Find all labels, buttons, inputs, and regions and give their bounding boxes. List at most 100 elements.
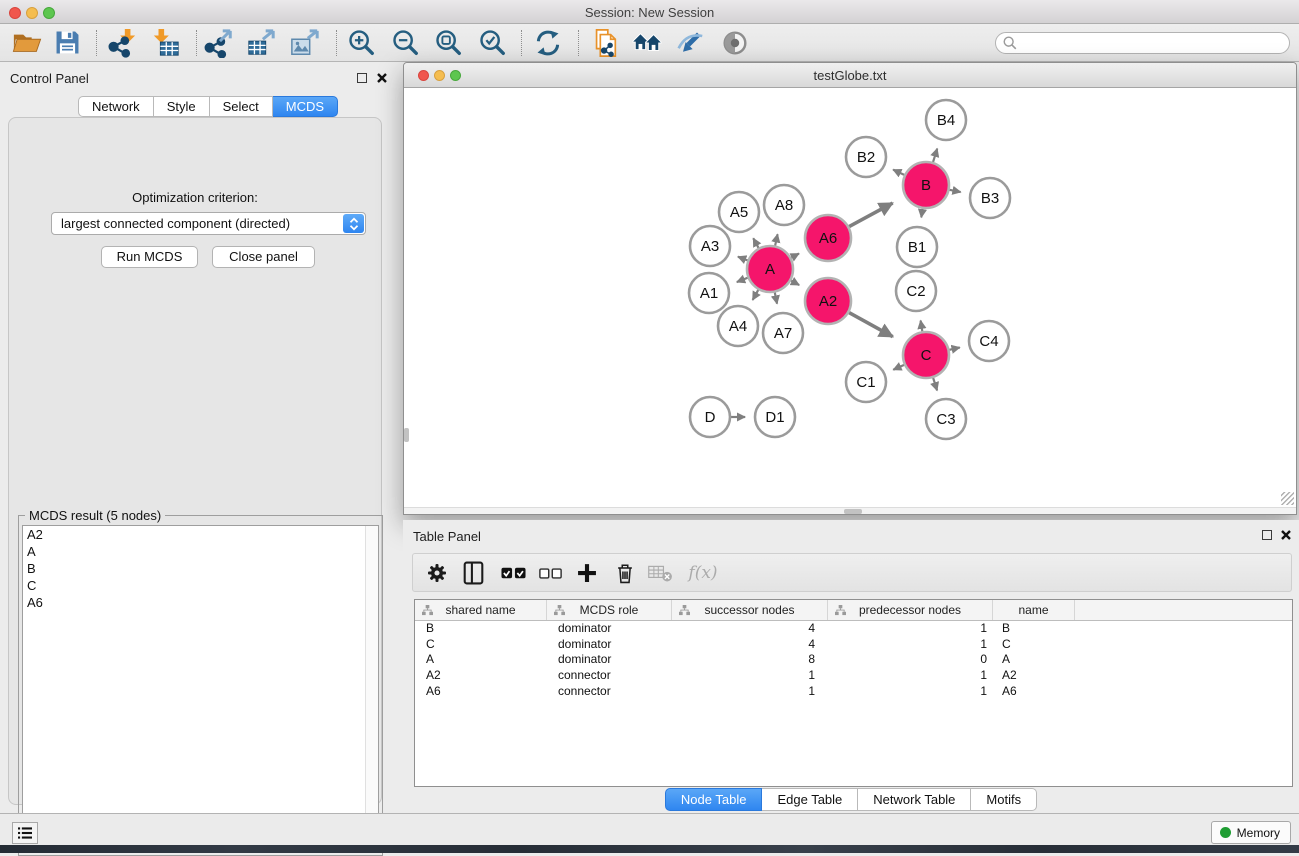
optimization-criterion-select[interactable]: largest connected component (directed) xyxy=(51,212,366,235)
table-cell: A2 xyxy=(415,668,547,684)
table-cell: 4 xyxy=(672,621,828,637)
result-item[interactable]: A6 xyxy=(23,594,378,611)
open-file-button[interactable] xyxy=(10,26,44,59)
close-panel-icon[interactable] xyxy=(376,71,388,89)
result-item[interactable]: B xyxy=(23,560,378,577)
graph-node-label: B xyxy=(921,177,931,194)
delete-table-button[interactable] xyxy=(644,558,676,588)
graph-edge-B-B2[interactable] xyxy=(893,170,904,175)
graph-edge-A-A1[interactable] xyxy=(737,278,748,282)
export-table-button[interactable] xyxy=(244,26,278,59)
table-cell: A xyxy=(993,652,1075,668)
table-cell: connector xyxy=(547,684,672,700)
network-vertical-scrollbar[interactable] xyxy=(404,428,409,442)
column-header-predecessor-nodes[interactable]: predecessor nodes xyxy=(828,600,993,620)
network-from-file-button[interactable] xyxy=(588,26,622,59)
show-graphics-details-button[interactable] xyxy=(718,26,752,59)
close-panel-button[interactable]: Close panel xyxy=(212,246,315,268)
delete-column-button[interactable] xyxy=(609,558,641,588)
graph-node-label: A5 xyxy=(730,204,748,221)
tab-motifs[interactable]: Motifs xyxy=(971,788,1037,811)
zoom-fit-button[interactable] xyxy=(431,26,465,59)
network-horizontal-scrollbar[interactable] xyxy=(404,507,1296,514)
tab-select[interactable]: Select xyxy=(210,96,273,117)
function-builder-button[interactable]: f(x) xyxy=(681,558,725,588)
tab-node-table[interactable]: Node Table xyxy=(665,788,763,811)
export-image-button[interactable] xyxy=(288,26,322,59)
search-field[interactable] xyxy=(995,32,1290,54)
resize-grip-icon[interactable] xyxy=(1281,492,1294,505)
graph-node-label: A6 xyxy=(819,230,837,247)
table-row[interactable]: Cdominator41C xyxy=(415,637,1292,653)
apply-layout-button[interactable] xyxy=(531,26,565,59)
graph-edge-A-A3[interactable] xyxy=(738,257,748,261)
table-row[interactable]: A6connector11A6 xyxy=(415,684,1292,700)
graph-node-label: B3 xyxy=(981,190,999,207)
float-panel-icon[interactable] xyxy=(357,73,367,83)
save-session-button[interactable] xyxy=(50,26,84,59)
network-graph-canvas[interactable]: B4B2BB3A5A8A6B1A3AC2A1A2A4A7C4CC1C3DD1 xyxy=(410,89,1294,507)
graph-edge-B-B3[interactable] xyxy=(950,190,961,192)
graph-edge-A-A6[interactable] xyxy=(791,254,799,258)
column-header-successor-nodes[interactable]: successor nodes xyxy=(672,600,828,620)
result-item[interactable]: A xyxy=(23,543,378,560)
graph-node-label: C3 xyxy=(936,411,955,428)
tab-network[interactable]: Network xyxy=(78,96,154,117)
graph-edge-C-C1[interactable] xyxy=(893,365,904,370)
memory-button[interactable]: Memory xyxy=(1211,821,1291,844)
task-history-button[interactable] xyxy=(12,822,38,844)
import-table-icon xyxy=(151,28,181,58)
table-row[interactable]: A2connector11A2 xyxy=(415,668,1292,684)
graph-edge-A-A2[interactable] xyxy=(791,281,799,286)
tab-style[interactable]: Style xyxy=(154,96,210,117)
tab-edge-table[interactable]: Edge Table xyxy=(762,788,858,811)
table-row[interactable]: Bdominator41B xyxy=(415,621,1292,637)
graph-edge-A-A4[interactable] xyxy=(753,290,759,300)
search-input[interactable] xyxy=(1022,36,1289,50)
zoom-in-button[interactable] xyxy=(344,26,378,59)
tab-mcds[interactable]: MCDS xyxy=(273,96,338,117)
graph-edge-B-B4[interactable] xyxy=(933,149,937,162)
result-item[interactable]: C xyxy=(23,577,378,594)
table-row[interactable]: Adominator80A xyxy=(415,652,1292,668)
graph-node-label: D xyxy=(705,409,716,426)
scrollbar-thumb[interactable] xyxy=(844,509,862,514)
graph-edge-C-C4[interactable] xyxy=(949,347,959,349)
select-all-button[interactable] xyxy=(497,558,529,588)
graph-edge-A-A8[interactable] xyxy=(775,234,777,245)
column-header-shared-name[interactable]: shared name xyxy=(415,600,547,620)
close-table-panel-icon[interactable] xyxy=(1280,528,1292,546)
import-network-icon xyxy=(107,28,137,58)
column-attribute-icon xyxy=(679,605,690,619)
graph-edge-A2-C[interactable] xyxy=(849,313,893,337)
result-item[interactable]: A2 xyxy=(23,526,378,543)
home-pages-button[interactable] xyxy=(630,26,664,59)
graph-edge-B-B1[interactable] xyxy=(921,209,922,218)
export-network-button[interactable] xyxy=(202,26,236,59)
selected-criterion: largest connected component (directed) xyxy=(61,216,290,231)
show-column-panel-button[interactable] xyxy=(457,558,489,588)
column-header-MCDS-role[interactable]: MCDS role xyxy=(547,600,672,620)
import-table-button[interactable] xyxy=(149,26,183,59)
graph-edge-C-C2[interactable] xyxy=(921,321,923,332)
graph-edge-A-A5[interactable] xyxy=(753,238,758,248)
add-column-button[interactable] xyxy=(571,558,603,588)
deselect-all-button[interactable] xyxy=(534,558,566,588)
graph-edge-A6-B[interactable] xyxy=(849,203,892,227)
zoom-fit-icon xyxy=(433,28,463,58)
column-header-name[interactable]: name xyxy=(993,600,1075,620)
graph-node-label: A2 xyxy=(819,293,837,310)
run-mcds-button[interactable]: Run MCDS xyxy=(101,246,198,268)
table-options-button[interactable] xyxy=(421,558,453,588)
memory-label: Memory xyxy=(1237,826,1280,840)
graph-node-label: C xyxy=(921,347,932,364)
graph-edge-A-A7[interactable] xyxy=(775,293,777,304)
zoom-out-button[interactable] xyxy=(388,26,422,59)
graph-edge-C-C3[interactable] xyxy=(933,378,937,391)
result-scrollbar[interactable] xyxy=(365,526,378,851)
import-network-button[interactable] xyxy=(105,26,139,59)
tab-network-table[interactable]: Network Table xyxy=(858,788,971,811)
zoom-selected-button[interactable] xyxy=(475,26,509,59)
float-table-panel-icon[interactable] xyxy=(1262,530,1272,540)
hide-graphics-details-button[interactable] xyxy=(673,26,707,59)
